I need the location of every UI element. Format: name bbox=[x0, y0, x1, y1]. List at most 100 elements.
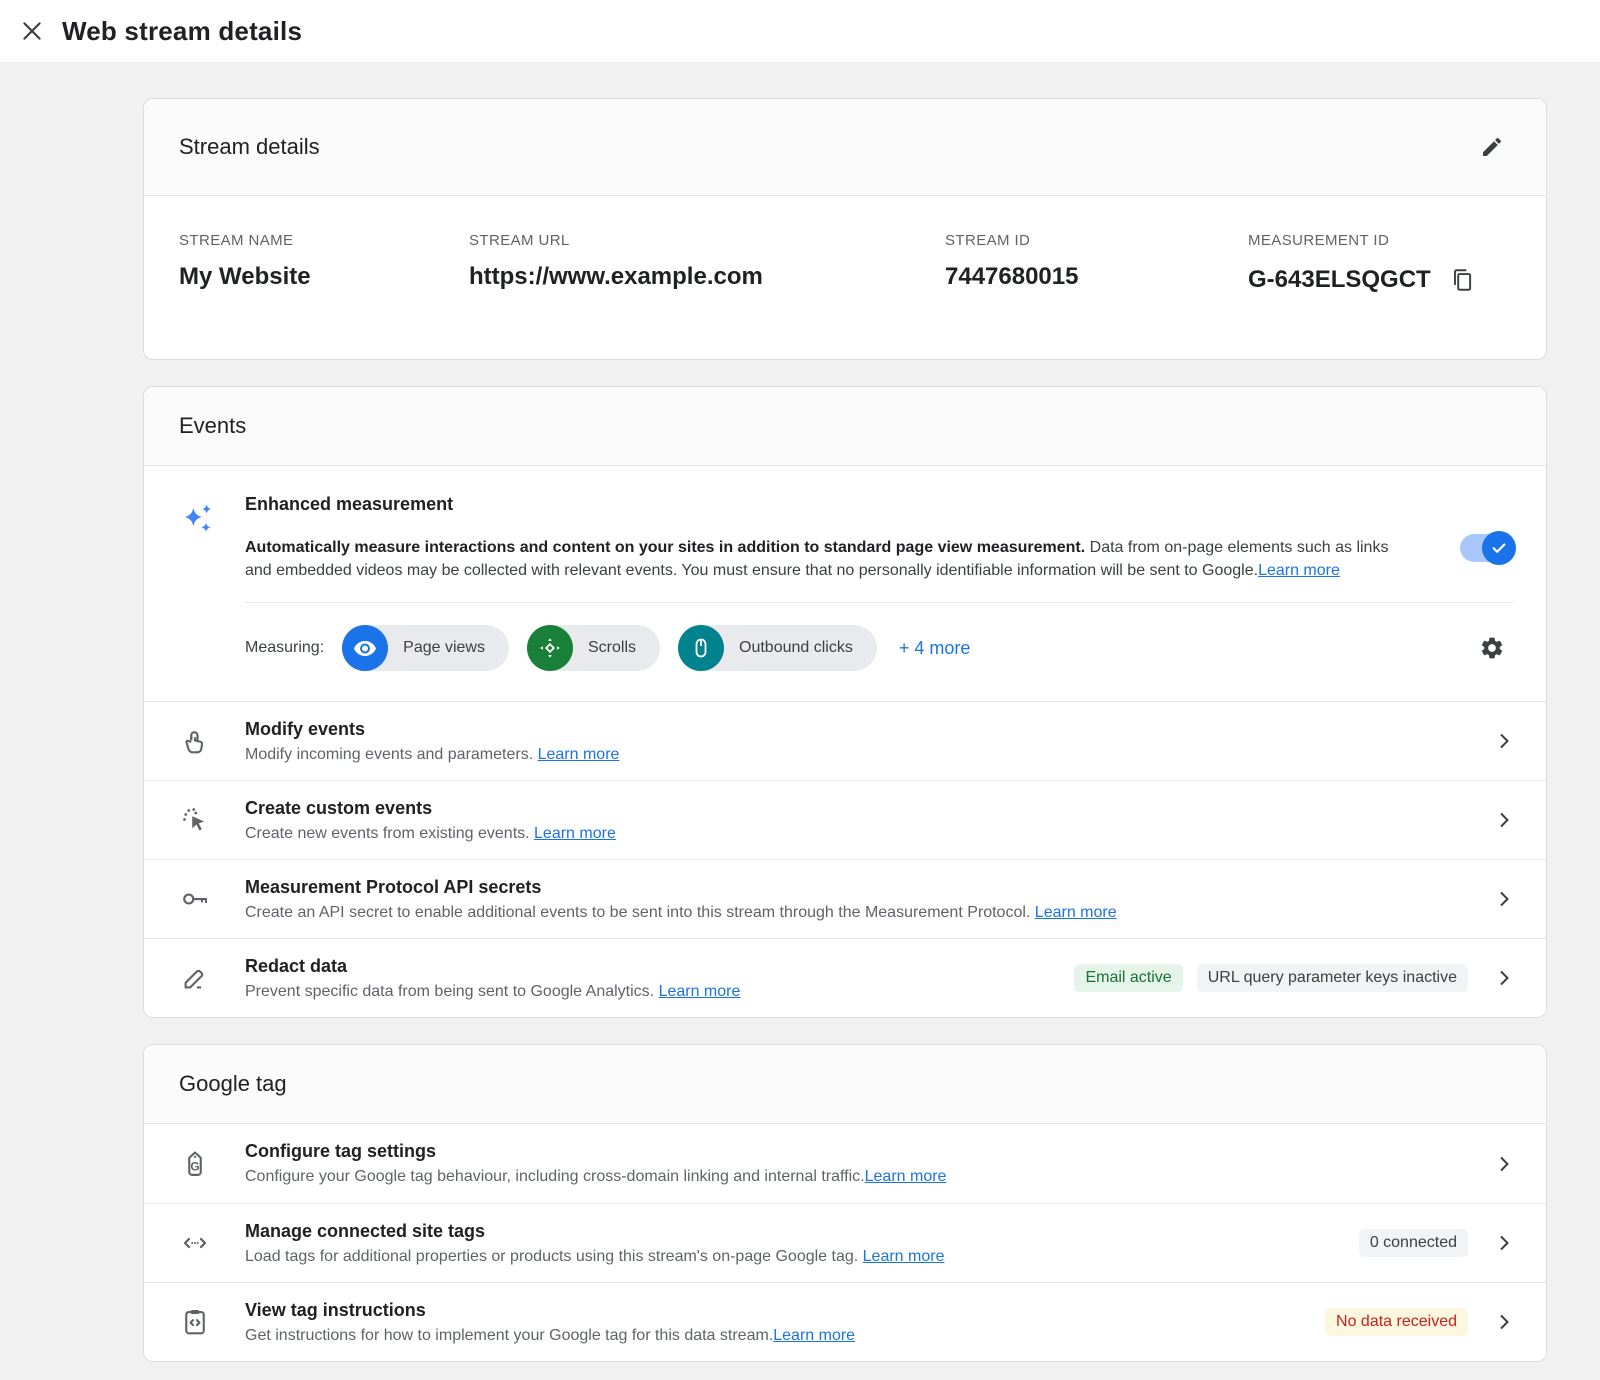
configure-tag-main: Configure tag settings Configure your Go… bbox=[245, 1141, 1490, 1186]
stream-details-title: Stream details bbox=[179, 134, 320, 160]
redact-data-badges: Email active URL query parameter keys in… bbox=[1074, 964, 1468, 992]
modify-events-desc: Modify incoming events and parameters. L… bbox=[245, 746, 1470, 764]
stream-details-body: STREAM NAME My Website STREAM URL https:… bbox=[144, 196, 1546, 359]
api-secrets-chevron[interactable] bbox=[1490, 887, 1518, 911]
svg-text:G: G bbox=[190, 1159, 199, 1173]
manage-tags-chevron[interactable] bbox=[1490, 1231, 1518, 1255]
view-instructions-icon-col bbox=[144, 1307, 245, 1337]
more-measurements-link[interactable]: + 4 more bbox=[899, 638, 971, 659]
measurement-id-label: MEASUREMENT ID bbox=[1248, 232, 1511, 249]
chevron-right-icon bbox=[1492, 729, 1516, 753]
manage-tags-learn-more-link[interactable]: Learn more bbox=[863, 1248, 945, 1265]
manage-tags-icon-col bbox=[144, 1228, 245, 1258]
edit-stream-button[interactable] bbox=[1470, 125, 1514, 169]
row-view-tag-instructions[interactable]: View tag instructions Get instructions f… bbox=[144, 1282, 1546, 1361]
api-secrets-main: Measurement Protocol API secrets Create … bbox=[245, 877, 1490, 922]
view-instructions-desc: Get instructions for how to implement yo… bbox=[245, 1327, 1305, 1345]
configure-tag-title: Configure tag settings bbox=[245, 1141, 1470, 1162]
cursor-click-icon bbox=[180, 805, 210, 835]
check-icon bbox=[1490, 539, 1508, 557]
toggle-knob bbox=[1482, 531, 1516, 565]
api-secrets-learn-more-link[interactable]: Learn more bbox=[1035, 904, 1117, 921]
modify-events-chevron[interactable] bbox=[1490, 729, 1518, 753]
row-configure-tag-settings[interactable]: G Configure tag settings Configure your … bbox=[144, 1124, 1546, 1203]
events-title: Events bbox=[179, 413, 246, 439]
field-stream-name: STREAM NAME My Website bbox=[179, 232, 469, 297]
redact-data-chevron[interactable] bbox=[1490, 966, 1518, 990]
redact-data-desc-text: Prevent specific data from being sent to… bbox=[245, 983, 659, 1000]
chip-scrolls-label: Scrolls bbox=[573, 639, 660, 657]
no-data-received-badge: No data received bbox=[1325, 1308, 1468, 1336]
key-icon bbox=[180, 884, 210, 914]
chip-outbound-clicks[interactable]: Outbound clicks bbox=[678, 625, 877, 671]
code-icon bbox=[180, 1228, 210, 1258]
gear-icon bbox=[1479, 635, 1505, 661]
google-tag-card: Google tag G Configure tag settings Conf… bbox=[143, 1044, 1547, 1362]
row-measurement-protocol-api-secrets[interactable]: Measurement Protocol API secrets Create … bbox=[144, 859, 1546, 938]
scroll-icon bbox=[538, 636, 562, 660]
google-tag-header: Google tag bbox=[144, 1045, 1546, 1124]
enhanced-measurement-title: Enhanced measurement bbox=[245, 494, 1404, 515]
page-title: Web stream details bbox=[62, 16, 302, 47]
view-instructions-chevron[interactable] bbox=[1490, 1310, 1518, 1334]
mouse-icon bbox=[689, 636, 713, 660]
outbound-clicks-circle bbox=[678, 625, 724, 671]
measuring-row: Measuring: Page views Scrolls bbox=[144, 603, 1546, 701]
api-secrets-desc-text: Create an API secret to enable additiona… bbox=[245, 904, 1035, 921]
topbar: Web stream details bbox=[0, 0, 1600, 62]
redact-data-icon-col bbox=[144, 963, 245, 993]
pencil-icon bbox=[1480, 135, 1504, 159]
stream-id-value: 7447680015 bbox=[945, 263, 1248, 291]
sparkles-icon bbox=[179, 498, 219, 542]
create-custom-events-desc-text: Create new events from existing events. bbox=[245, 825, 534, 842]
redact-data-learn-more-link[interactable]: Learn more bbox=[659, 983, 741, 1000]
chevron-right-icon bbox=[1492, 1152, 1516, 1176]
enhanced-measurement-main: Enhanced measurement Automatically measu… bbox=[245, 494, 1404, 582]
modify-events-icon-col bbox=[144, 726, 245, 756]
close-icon bbox=[19, 18, 45, 44]
create-custom-events-icon-col bbox=[144, 805, 245, 835]
manage-tags-main: Manage connected site tags Load tags for… bbox=[245, 1221, 1359, 1266]
stream-details-card: Stream details STREAM NAME My Website ST… bbox=[143, 98, 1547, 360]
view-instructions-learn-more-link[interactable]: Learn more bbox=[773, 1327, 855, 1344]
field-stream-id: STREAM ID 7447680015 bbox=[945, 232, 1248, 297]
stream-name-value: My Website bbox=[179, 263, 469, 291]
close-button[interactable] bbox=[14, 13, 50, 49]
row-manage-connected-site-tags[interactable]: Manage connected site tags Load tags for… bbox=[144, 1203, 1546, 1282]
enhanced-measurement-settings-button[interactable] bbox=[1470, 626, 1514, 670]
configure-tag-chevron[interactable] bbox=[1490, 1152, 1518, 1176]
copy-measurement-id-button[interactable] bbox=[1445, 263, 1479, 297]
chip-outbound-clicks-label: Outbound clicks bbox=[724, 639, 877, 657]
chip-page-views-label: Page views bbox=[388, 639, 509, 657]
enhanced-learn-more-link[interactable]: Learn more bbox=[1258, 562, 1340, 579]
redact-data-title: Redact data bbox=[245, 956, 1054, 977]
chevron-right-icon bbox=[1492, 1310, 1516, 1334]
view-instructions-badges: No data received bbox=[1325, 1308, 1468, 1336]
manage-tags-title: Manage connected site tags bbox=[245, 1221, 1339, 1242]
row-create-custom-events[interactable]: Create custom events Create new events f… bbox=[144, 780, 1546, 859]
manage-tags-badges: 0 connected bbox=[1359, 1229, 1468, 1257]
api-secrets-desc: Create an API secret to enable additiona… bbox=[245, 904, 1470, 922]
touch-icon bbox=[180, 726, 210, 756]
enhanced-measurement-toggle[interactable] bbox=[1460, 534, 1514, 562]
modify-events-learn-more-link[interactable]: Learn more bbox=[538, 746, 620, 763]
view-instructions-main: View tag instructions Get instructions f… bbox=[245, 1300, 1325, 1345]
clipboard-code-icon bbox=[180, 1307, 210, 1337]
chip-scrolls[interactable]: Scrolls bbox=[527, 625, 660, 671]
row-redact-data[interactable]: Redact data Prevent specific data from b… bbox=[144, 938, 1546, 1017]
stream-details-header: Stream details bbox=[144, 99, 1546, 196]
view-instructions-title: View tag instructions bbox=[245, 1300, 1305, 1321]
enhanced-measurement-icon-col bbox=[179, 494, 245, 582]
url-query-inactive-badge: URL query parameter keys inactive bbox=[1197, 964, 1468, 992]
manage-tags-desc-text: Load tags for additional properties or p… bbox=[245, 1248, 863, 1265]
create-custom-events-learn-more-link[interactable]: Learn more bbox=[534, 825, 616, 842]
web-stream-details-page: Web stream details Stream details STREAM… bbox=[0, 0, 1600, 1380]
enhanced-desc-bold: Automatically measure interactions and c… bbox=[245, 539, 1085, 556]
row-modify-events[interactable]: Modify events Modify incoming events and… bbox=[144, 701, 1546, 780]
field-measurement-id: MEASUREMENT ID G-643ELSQGCT bbox=[1248, 232, 1511, 297]
create-custom-events-chevron[interactable] bbox=[1490, 808, 1518, 832]
scrolls-circle bbox=[527, 625, 573, 671]
connected-count-badge: 0 connected bbox=[1359, 1229, 1468, 1257]
chip-page-views[interactable]: Page views bbox=[342, 625, 509, 671]
configure-tag-learn-more-link[interactable]: Learn more bbox=[865, 1168, 947, 1185]
